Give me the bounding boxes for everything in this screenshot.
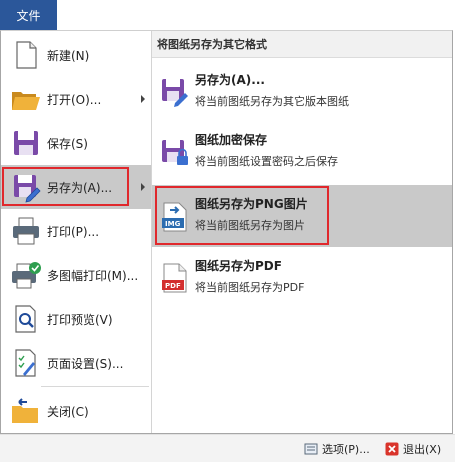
new-document-icon bbox=[9, 38, 43, 72]
submenu-item-save-png[interactable]: IMG 图纸另存为PNG图片 将当前图纸另存为图片 bbox=[152, 185, 452, 247]
menu-separator bbox=[41, 386, 149, 387]
save-as-icon bbox=[160, 76, 190, 108]
submenu-item-desc: 将当前图纸另存为PDF bbox=[195, 281, 305, 294]
menu-item-label: 新建(N) bbox=[47, 48, 90, 63]
menu-item-print-preview[interactable]: 打印预览(V) bbox=[1, 297, 151, 341]
submenu-item-title: 另存为(A)... bbox=[195, 73, 265, 87]
save-disk-icon bbox=[9, 126, 43, 160]
svg-text:PDF: PDF bbox=[165, 282, 181, 290]
png-image-icon: IMG bbox=[160, 201, 190, 233]
save-as-icon bbox=[9, 170, 43, 204]
submenu-item-title: 图纸另存为PDF bbox=[195, 259, 282, 273]
menu-item-label: 打印(P)... bbox=[47, 224, 100, 239]
menu-item-label: 多图幅打印(M)... bbox=[47, 268, 139, 283]
options-icon bbox=[304, 442, 318, 456]
chevron-right-icon bbox=[141, 183, 145, 191]
print-preview-icon bbox=[9, 302, 43, 336]
submenu-item-save-pdf[interactable]: PDF 图纸另存为PDF 将当前图纸另存为PDF bbox=[152, 249, 452, 305]
save-as-submenu: 将图纸另存为其它格式 另存为(A)... 将当前图纸另存为其它版本图纸 图纸加密… bbox=[152, 31, 452, 433]
menu-item-label: 页面设置(S)... bbox=[47, 356, 124, 371]
printer-icon bbox=[9, 214, 43, 248]
chevron-right-icon bbox=[141, 95, 145, 103]
menu-item-open[interactable]: 打开(O)... bbox=[1, 77, 151, 121]
exit-icon bbox=[385, 442, 399, 456]
pdf-file-icon: PDF bbox=[160, 262, 190, 294]
menu-item-label: 打开(O)... bbox=[47, 92, 102, 107]
options-label: 选项(P)... bbox=[322, 443, 370, 456]
submenu-item-desc: 将当前图纸另存为其它版本图纸 bbox=[195, 95, 349, 108]
menu-item-print[interactable]: 打印(P)... bbox=[1, 209, 151, 253]
menu-item-label: 关闭(C) bbox=[47, 404, 89, 419]
menu-item-save[interactable]: 保存(S) bbox=[1, 121, 151, 165]
file-menu-footer: 选项(P)... 退出(X) bbox=[0, 434, 455, 462]
file-menu-left-pane: 新建(N) 打开(O)... 保存(S) 另存为(A)... 打印(P)... … bbox=[1, 31, 151, 433]
file-tab[interactable]: 文件 bbox=[0, 0, 57, 30]
menu-item-new[interactable]: 新建(N) bbox=[1, 33, 151, 77]
submenu-item-encrypt-save[interactable]: 图纸加密保存 将当前图纸设置密码之后保存 bbox=[152, 123, 452, 179]
menu-item-label: 保存(S) bbox=[47, 136, 88, 151]
page-setup-icon bbox=[9, 346, 43, 380]
menu-item-save-as[interactable]: 另存为(A)... bbox=[1, 165, 151, 209]
menu-item-batch-print[interactable]: 多图幅打印(M)... bbox=[1, 253, 151, 297]
submenu-item-title: 图纸另存为PNG图片 bbox=[195, 197, 308, 211]
ribbon-strip bbox=[57, 0, 455, 30]
svg-text:IMG: IMG bbox=[165, 220, 181, 228]
submenu-header: 将图纸另存为其它格式 bbox=[152, 31, 452, 58]
submenu-item-title: 图纸加密保存 bbox=[195, 133, 268, 147]
exit-button[interactable]: 退出(X) bbox=[385, 440, 441, 458]
batch-print-icon bbox=[9, 258, 43, 292]
close-folder-icon bbox=[9, 394, 43, 428]
submenu-item-desc: 将当前图纸设置密码之后保存 bbox=[195, 155, 338, 168]
submenu-item-desc: 将当前图纸另存为图片 bbox=[195, 219, 305, 232]
open-folder-icon bbox=[9, 82, 43, 116]
exit-label: 退出(X) bbox=[403, 443, 442, 456]
encrypt-save-icon bbox=[160, 136, 190, 168]
options-button[interactable]: 选项(P)... bbox=[304, 440, 370, 458]
submenu-item-save-as[interactable]: 另存为(A)... 将当前图纸另存为其它版本图纸 bbox=[152, 63, 452, 119]
menu-item-label: 另存为(A)... bbox=[47, 180, 113, 195]
menu-item-label: 打印预览(V) bbox=[47, 312, 113, 327]
menu-item-close[interactable]: 关闭(C) bbox=[1, 389, 151, 433]
menu-item-page-setup[interactable]: 页面设置(S)... bbox=[1, 341, 151, 385]
